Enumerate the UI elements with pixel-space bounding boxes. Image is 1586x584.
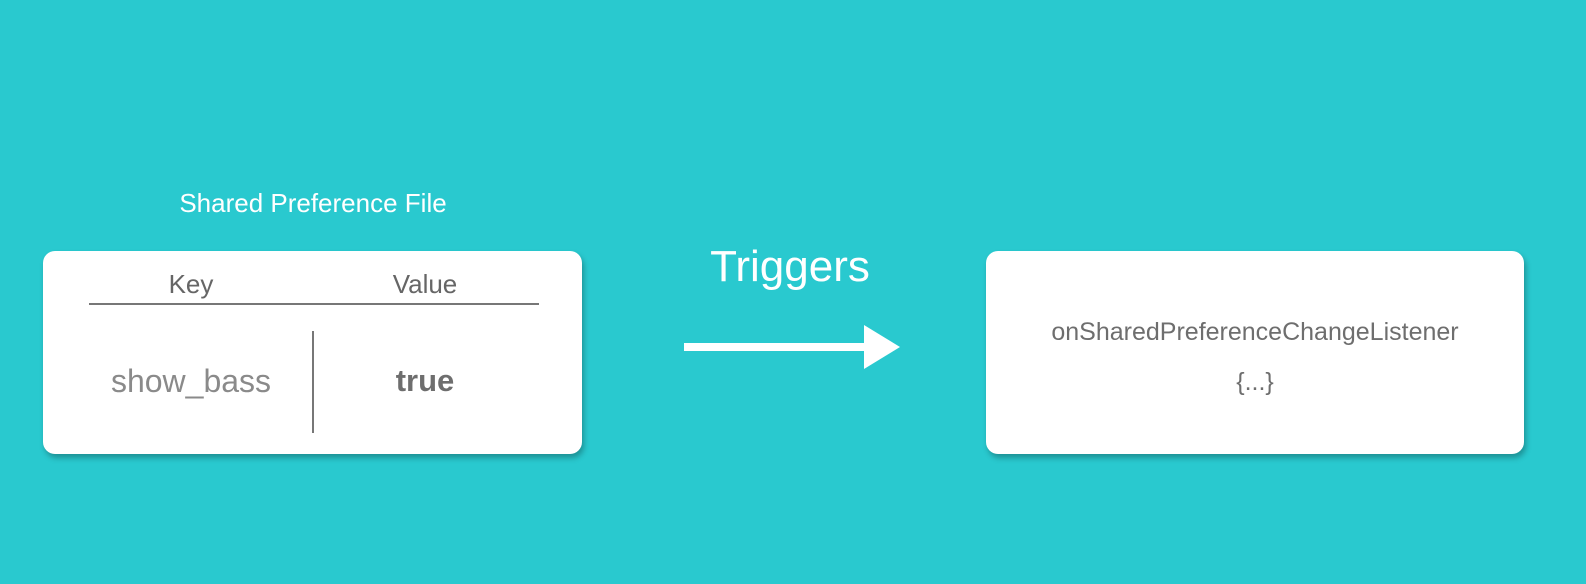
key-column-header: Key [168,269,214,299]
preference-file-title: Shared Preference File [179,188,447,218]
listener-name: onSharedPreferenceChangeListener [1051,318,1459,346]
preference-value-cell: true [395,363,455,398]
right-arrow-icon [684,325,900,369]
value-column-header: Value [392,269,458,299]
column-divider [312,331,314,433]
listener-card: onSharedPreferenceChangeListener {...} [986,251,1524,454]
preference-key-cell: show_bass [110,363,272,399]
triggers-label: Triggers [710,242,870,291]
header-divider [89,303,539,305]
preference-file-card: Key Value show_bass true [43,251,582,454]
listener-body: {...} [1236,368,1274,396]
diagram-canvas: Shared Preference File Key Value show_ba… [0,0,1586,584]
